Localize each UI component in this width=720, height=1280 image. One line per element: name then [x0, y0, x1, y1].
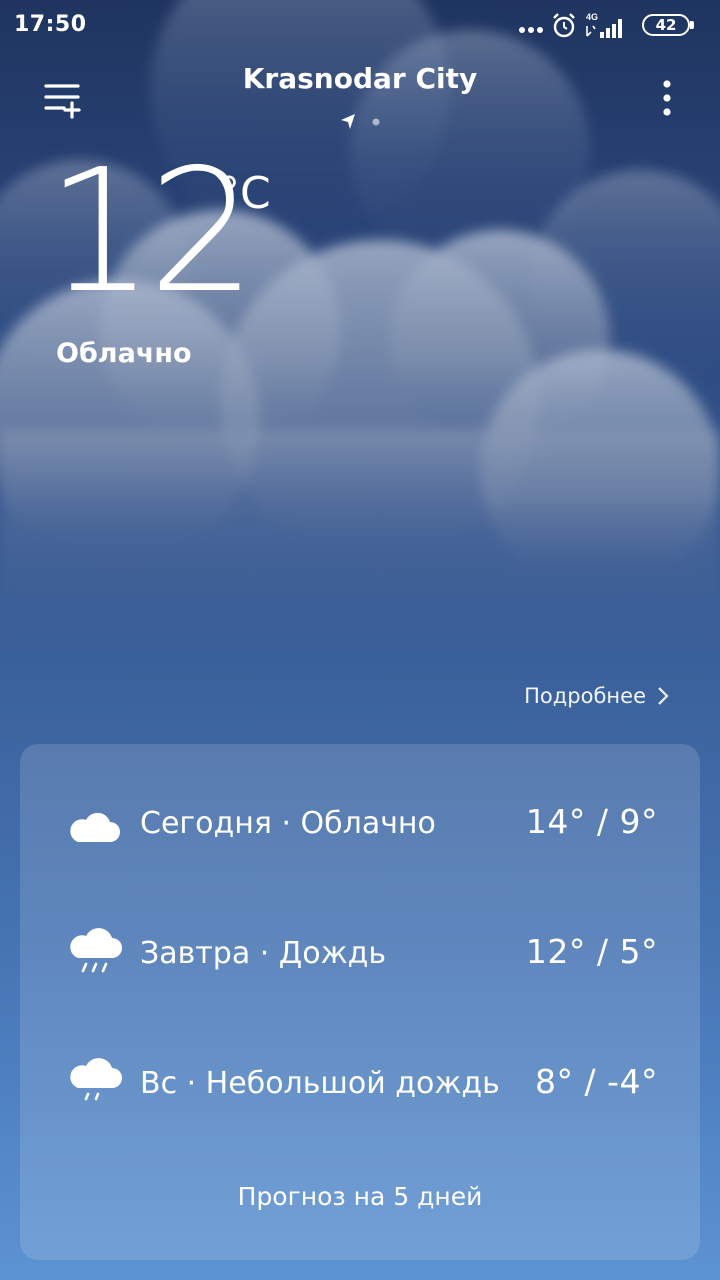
forecast-label: Вс · Небольшой дождь	[140, 1066, 500, 1101]
battery-icon: 42	[642, 14, 690, 36]
battery-level: 42	[655, 15, 677, 34]
location-page-indicator[interactable]	[336, 110, 384, 136]
temperature-unit: °C	[218, 168, 271, 219]
alarm-icon	[553, 13, 575, 38]
forecast-row-tomorrow[interactable]: Завтра · Дождь 12° / 5°	[20, 906, 700, 996]
details-link-label: Подробнее	[524, 684, 646, 708]
forecast-row-sunday[interactable]: Вс · Небольшой дождь 8° / -4°	[20, 1036, 700, 1126]
status-bar: 17:50 4G 42	[0, 0, 720, 52]
network-type: 4G	[586, 12, 598, 22]
forecast-temps: 14° / 9°	[525, 802, 658, 841]
light-rain-cloud-icon	[70, 1058, 122, 1101]
forecast-temps: 12° / 5°	[525, 932, 658, 971]
battery-tip	[690, 21, 694, 29]
forecast-row-today[interactable]: Сегодня · Облачно 14° / 9°	[20, 776, 700, 866]
forecast-label: Сегодня · Облачно	[140, 806, 436, 841]
partly-cloudy-night-icon	[70, 798, 120, 842]
forecast-temps: 8° / -4°	[535, 1062, 658, 1101]
rain-cloud-icon	[70, 928, 122, 973]
weather-screen: 17:50 4G 42 Krasnodar City 12 °C Облачно…	[0, 0, 720, 1280]
more-vertical-icon	[663, 80, 671, 116]
city-name: Krasnodar City	[242, 62, 478, 95]
details-link[interactable]: Подробнее	[524, 684, 670, 708]
more-notifications-icon	[519, 27, 543, 33]
forecast-label: Завтра · Дождь	[140, 936, 387, 971]
current-condition: Облачно	[56, 338, 192, 369]
current-temperature: 12	[46, 133, 256, 331]
signal-icon: 4G	[586, 12, 622, 38]
five-day-forecast-button[interactable]: Прогноз на 5 дней	[0, 1182, 720, 1211]
more-options-button[interactable]	[650, 78, 684, 120]
current-location-icon	[341, 114, 380, 129]
chevron-right-icon	[658, 687, 669, 705]
status-time: 17:50	[14, 12, 87, 37]
status-icons: 4G 42	[518, 10, 708, 42]
